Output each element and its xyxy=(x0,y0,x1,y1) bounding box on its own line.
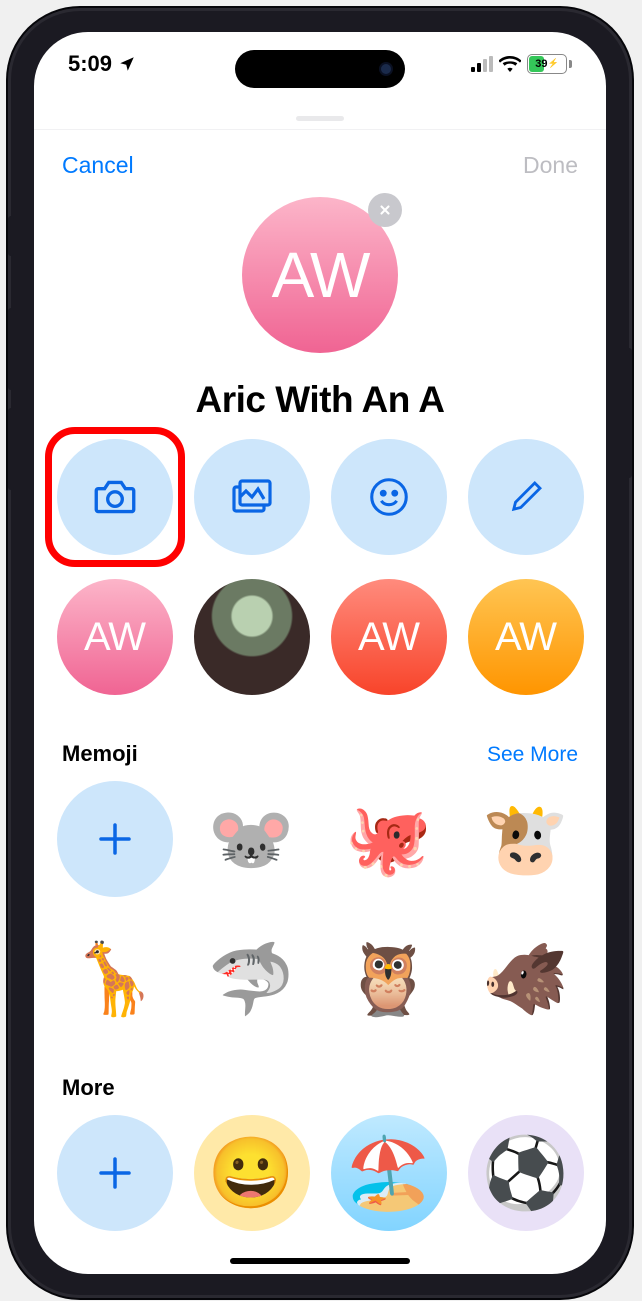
add-more-button[interactable] xyxy=(57,1115,173,1231)
more-section-header: More xyxy=(34,1037,606,1115)
emoji-button[interactable] xyxy=(331,439,447,555)
memoji-octopus[interactable]: 🐙 xyxy=(331,781,447,897)
avatar-initials: AW xyxy=(272,238,369,312)
cancel-button[interactable]: Cancel xyxy=(62,152,134,179)
pencil-icon xyxy=(505,476,547,518)
memoji-cow[interactable]: 🐮 xyxy=(468,781,584,897)
sheet-grabber[interactable] xyxy=(34,106,606,128)
memoji-section-header: Memoji See More xyxy=(34,695,606,781)
camera-button[interactable] xyxy=(57,439,173,555)
home-indicator[interactable] xyxy=(230,1258,410,1264)
profile-avatar[interactable]: AW xyxy=(242,197,398,353)
suggestion-red[interactable]: AW xyxy=(331,579,447,695)
done-button[interactable]: Done xyxy=(523,152,578,179)
sheet-content: Cancel Done AW Aric With An A xyxy=(34,128,606,1274)
more-title: More xyxy=(62,1075,115,1101)
more-beach[interactable]: 🏖️ xyxy=(331,1115,447,1231)
screen: 5:09 39⚡ xyxy=(34,32,606,1274)
more-grid: 😀 🏖️ ⚽ xyxy=(34,1115,606,1231)
status-time: 5:09 xyxy=(68,51,112,77)
plus-icon xyxy=(94,1152,136,1194)
clear-avatar-button[interactable] xyxy=(368,193,402,227)
plus-icon xyxy=(94,818,136,860)
memoji-giraffe[interactable]: 🦒 xyxy=(57,921,173,1037)
cellular-icon xyxy=(471,56,493,72)
see-more-button[interactable]: See More xyxy=(487,743,578,767)
mute-switch xyxy=(8,216,14,256)
volume-up-button xyxy=(8,308,14,390)
phone-frame: 5:09 39⚡ xyxy=(8,8,632,1298)
suggestion-orange[interactable]: AW xyxy=(468,579,584,695)
add-memoji-button[interactable] xyxy=(57,781,173,897)
more-smiley[interactable]: 😀 xyxy=(194,1115,310,1231)
more-soccer[interactable]: ⚽ xyxy=(468,1115,584,1231)
memoji-title: Memoji xyxy=(62,741,138,767)
smiley-icon xyxy=(366,474,412,520)
suggestion-pink[interactable]: AW xyxy=(57,579,173,695)
wifi-icon xyxy=(499,56,521,72)
location-icon xyxy=(118,55,136,73)
dynamic-island xyxy=(235,50,405,88)
photos-button[interactable] xyxy=(194,439,310,555)
battery-indicator: 39⚡ xyxy=(527,54,572,74)
memoji-boar[interactable]: 🐗 xyxy=(468,921,584,1037)
contact-name: Aric With An A xyxy=(196,379,445,421)
edit-button[interactable] xyxy=(468,439,584,555)
memoji-owl[interactable]: 🦉 xyxy=(331,921,447,1037)
nav-bar: Cancel Done xyxy=(34,128,606,187)
memoji-mouse[interactable]: 🐭 xyxy=(194,781,310,897)
close-icon xyxy=(378,203,392,217)
memoji-grid: 🐭 🐙 🐮 🦒 🦈 🦉 🐗 xyxy=(34,781,606,1037)
power-button xyxy=(626,348,632,478)
photo-source-grid: AW AW AW xyxy=(34,439,606,695)
suggestion-photo[interactable] xyxy=(194,579,310,695)
photos-icon xyxy=(228,473,276,521)
camera-icon xyxy=(90,472,140,522)
volume-down-button xyxy=(8,408,14,490)
memoji-shark[interactable]: 🦈 xyxy=(194,921,310,1037)
canvas: 5:09 39⚡ xyxy=(0,0,642,1301)
